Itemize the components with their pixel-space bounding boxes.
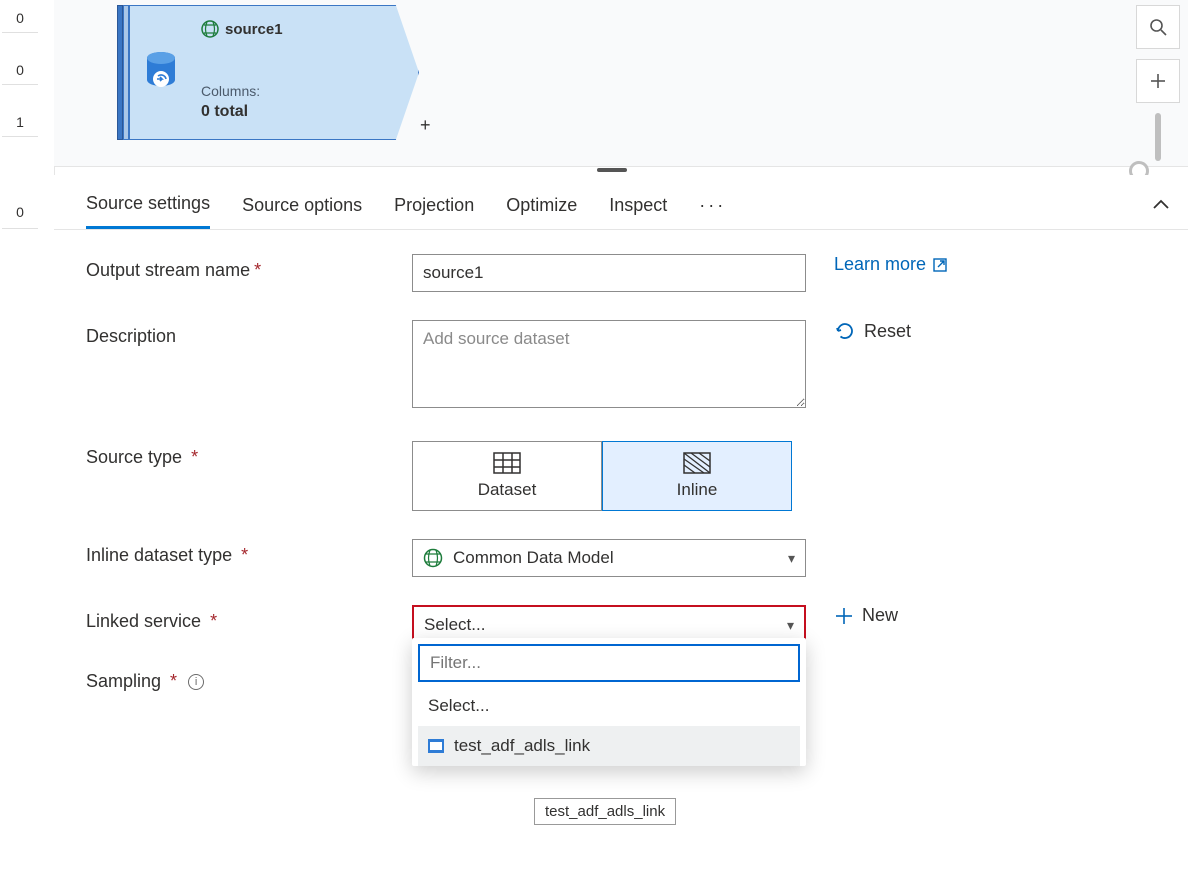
inline-dataset-type-label: Inline dataset type *: [86, 539, 412, 566]
search-button[interactable]: [1136, 5, 1180, 49]
reset-button[interactable]: Reset: [806, 320, 911, 342]
tab-source-settings[interactable]: Source settings: [86, 193, 210, 229]
inline-dataset-type-select[interactable]: Common Data Model ▾: [412, 539, 806, 577]
divider: [2, 32, 38, 33]
rail-num-2: 1: [0, 110, 40, 134]
dropdown-item-test-adf-adls-link[interactable]: test_adf_adls_link: [418, 726, 800, 766]
add-node-button[interactable]: +: [420, 115, 431, 136]
table-icon: [493, 452, 521, 474]
plus-icon: [834, 606, 854, 626]
tab-optimize[interactable]: Optimize: [506, 195, 577, 228]
panel-splitter[interactable]: [597, 168, 627, 172]
dataflow-canvas[interactable]: source1 Columns: 0 total +: [54, 0, 1188, 167]
plus-icon: [1149, 72, 1167, 90]
database-icon: [145, 51, 177, 91]
dropdown-item-placeholder[interactable]: Select...: [418, 686, 800, 726]
collapse-panel-button[interactable]: [1152, 199, 1170, 211]
reset-icon: [834, 320, 856, 342]
output-stream-name-input[interactable]: [412, 254, 806, 292]
external-link-icon: [932, 257, 948, 273]
chevron-down-icon: ▾: [788, 550, 795, 567]
zoom-slider[interactable]: [1136, 113, 1180, 173]
source-type-dataset-button[interactable]: Dataset: [412, 441, 602, 511]
linked-service-label: Linked service *: [86, 605, 412, 632]
tab-overflow-button[interactable]: ···: [699, 195, 726, 228]
tab-source-options[interactable]: Source options: [242, 195, 362, 228]
inline-icon: [683, 452, 711, 474]
search-icon: [1149, 18, 1167, 36]
sampling-label: Sampling * i: [86, 665, 412, 692]
node-columns-label: Columns:: [201, 83, 260, 99]
source-type-label: Source type *: [86, 441, 412, 468]
output-stream-name-label: Output stream name*: [86, 254, 412, 281]
rail-num-1: 0: [0, 58, 40, 82]
cdm-icon: [423, 548, 443, 568]
rail-num-0: 0: [0, 6, 40, 30]
details-panel: Source settings Source options Projectio…: [54, 175, 1188, 869]
source-type-segment: Dataset Inline: [412, 441, 806, 511]
description-input[interactable]: [412, 320, 806, 408]
linked-service-filter-input[interactable]: [418, 644, 800, 682]
divider: [2, 136, 38, 137]
node-title: source1: [201, 20, 283, 38]
rail-num-3: 0: [0, 200, 40, 224]
canvas-tools: [1136, 5, 1180, 173]
zoom-in-button[interactable]: [1136, 59, 1180, 103]
cdm-icon: [201, 20, 219, 38]
panel-tabs: Source settings Source options Projectio…: [54, 175, 1188, 230]
linked-service-dropdown: Select... test_adf_adls_link: [412, 638, 806, 766]
new-linked-service-button[interactable]: New: [806, 605, 898, 626]
node-columns-value: 0 total: [201, 103, 248, 121]
info-icon[interactable]: i: [188, 674, 204, 690]
chevron-down-icon: ▾: [787, 617, 794, 634]
source-type-inline-button[interactable]: Inline: [602, 441, 792, 511]
divider: [2, 228, 38, 229]
datastore-icon: [428, 739, 444, 753]
tab-projection[interactable]: Projection: [394, 195, 474, 228]
source-node[interactable]: source1 Columns: 0 total: [117, 5, 427, 140]
tab-inspect[interactable]: Inspect: [609, 195, 667, 228]
chevron-up-icon: [1152, 199, 1170, 211]
divider: [2, 84, 38, 85]
description-label: Description: [86, 320, 412, 347]
tooltip: test_adf_adls_link: [534, 798, 676, 825]
left-counter-rail: 0 0 1 0: [0, 0, 54, 240]
node-accent-bar-2: [123, 5, 129, 140]
learn-more-link[interactable]: Learn more: [834, 254, 948, 275]
